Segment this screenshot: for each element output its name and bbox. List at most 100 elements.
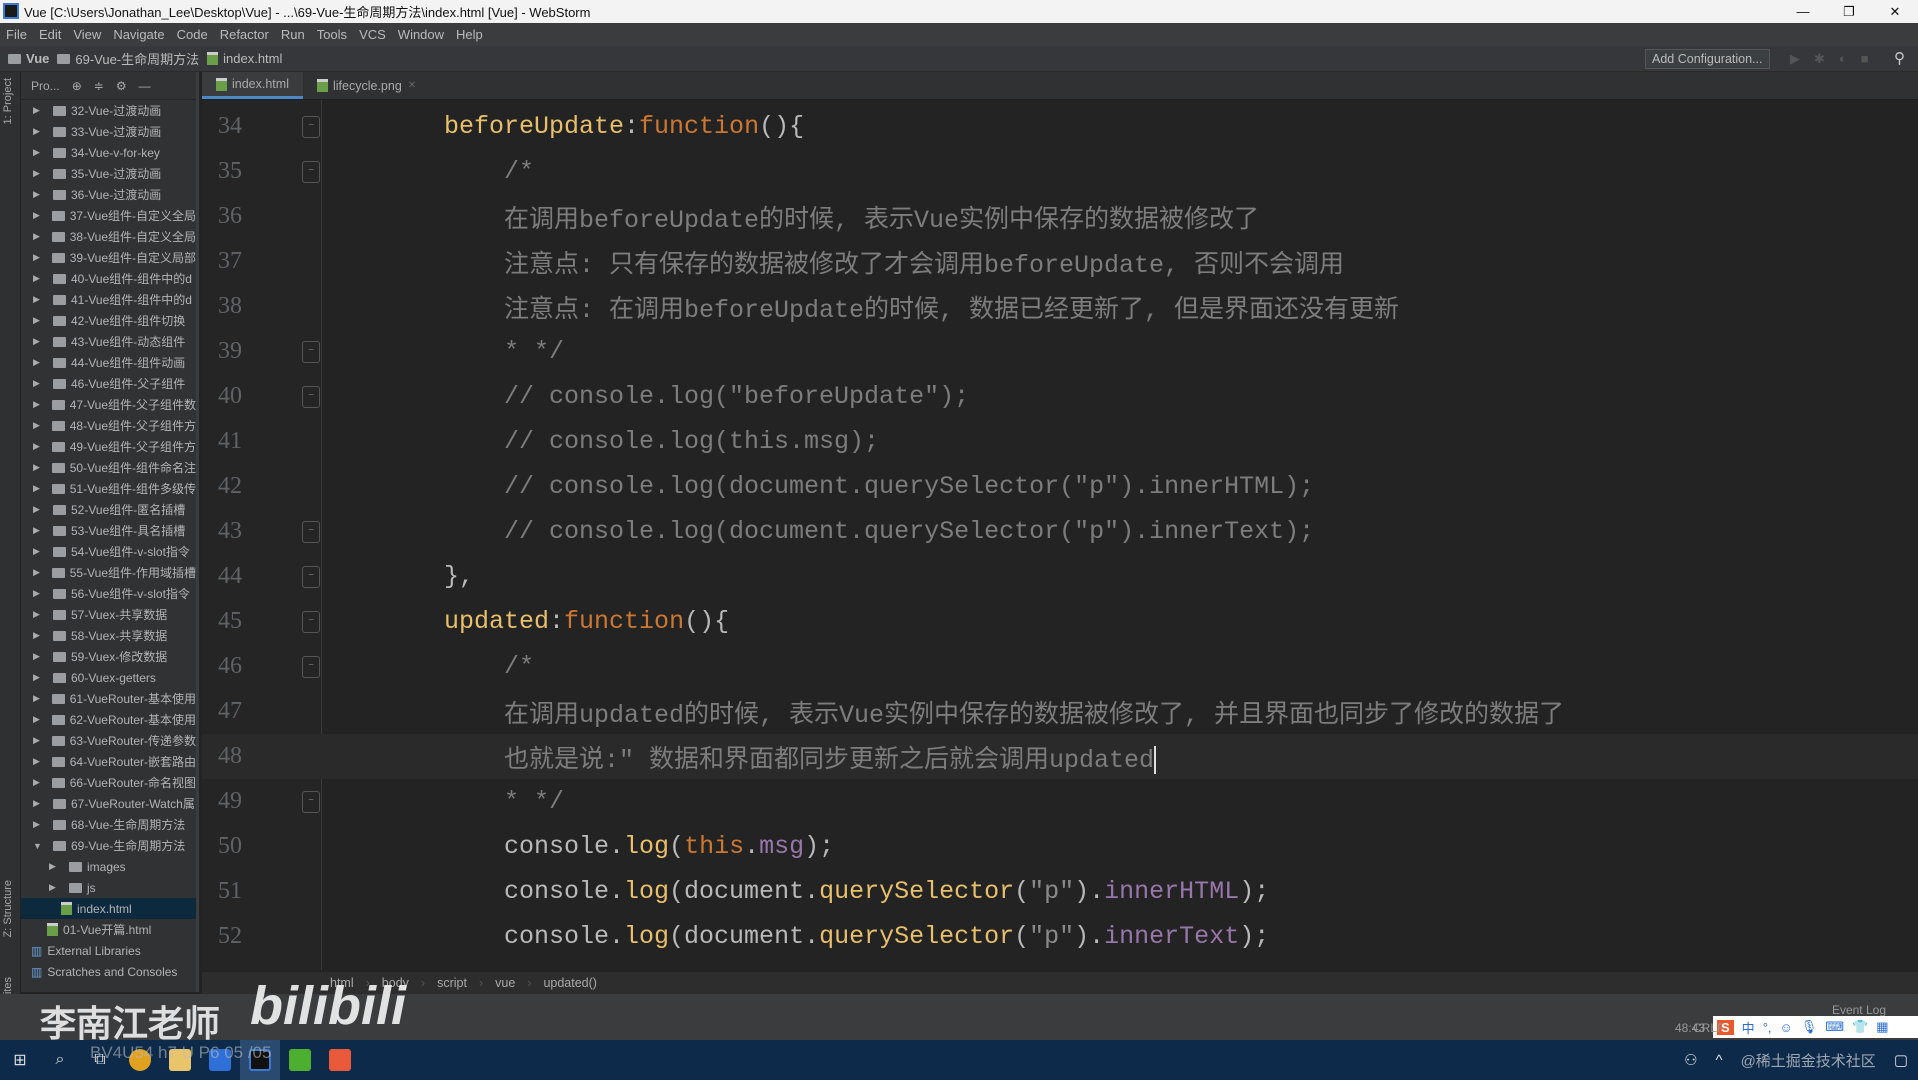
fold-marker-icon[interactable]: − <box>302 655 320 678</box>
close-button[interactable]: ✕ <box>1872 0 1918 23</box>
project-tool-button[interactable]: 1: Project <box>2 78 14 124</box>
notification-icon[interactable]: ▢ <box>1894 1051 1908 1069</box>
chevron-right-icon[interactable]: ▶ <box>33 672 45 683</box>
chevron-right-icon[interactable]: ▶ <box>33 714 44 725</box>
chevron-right-icon[interactable]: ▶ <box>33 378 45 389</box>
tree-item[interactable]: ▶ 39-Vue组件-自定义局部 <box>21 247 196 268</box>
tree-item[interactable]: ▶ 37-Vue组件-自定义全局 <box>21 205 196 226</box>
stop-icon[interactable]: ■ <box>1861 51 1869 67</box>
tree-item[interactable]: ▶ 52-Vue组件-匿名插槽 <box>21 499 196 520</box>
chevron-down-icon[interactable]: ▼ <box>33 841 45 851</box>
chevron-right-icon[interactable]: ▶ <box>33 567 44 578</box>
start-button[interactable]: ⊞ <box>0 1040 40 1080</box>
line-ending[interactable]: CRLF <box>1693 1021 1724 1035</box>
fold-marker-icon[interactable]: − <box>302 520 320 543</box>
tree-item[interactable]: ▶ 49-Vue组件-父子组件方 <box>21 436 196 457</box>
chevron-right-icon[interactable]: ▶ <box>33 777 44 788</box>
chevron-right-icon[interactable]: ▶ <box>33 735 44 746</box>
chevron-right-icon[interactable]: ▶ <box>33 630 45 641</box>
tree-item[interactable]: ▥ External Libraries <box>21 940 196 961</box>
skin-icon[interactable]: 👕 <box>1852 1019 1868 1035</box>
chevron-right-icon[interactable]: ▶ <box>49 861 61 872</box>
tree-item[interactable]: ▶ 57-Vuex-共享数据 <box>21 604 196 625</box>
tree-item[interactable]: ▶ 68-Vue-生命周期方法 <box>21 814 196 835</box>
tree-item[interactable]: index.html <box>21 898 196 919</box>
chevron-right-icon[interactable]: ▶ <box>33 798 45 809</box>
chevron-right-icon[interactable]: ▶ <box>33 693 44 704</box>
tree-item[interactable]: ▶ 38-Vue组件-自定义全局 <box>21 226 196 247</box>
tree-item[interactable]: ▶ 47-Vue组件-父子组件数 <box>21 394 196 415</box>
fold-marker-icon[interactable]: − <box>302 340 320 363</box>
tree-item[interactable]: ▶ 63-VueRouter-传递参数 <box>21 730 196 751</box>
collapse-icon[interactable]: ≑ <box>94 79 104 93</box>
tree-item[interactable]: ▶ 50-Vue组件-组件命名注 <box>21 457 196 478</box>
chevron-right-icon[interactable]: ▶ <box>33 399 44 410</box>
keyboard-icon[interactable]: ⌨ <box>1825 1019 1844 1035</box>
tree-item[interactable]: ▶ 36-Vue-过渡动画 <box>21 184 196 205</box>
menu-view[interactable]: View <box>67 27 107 42</box>
chevron-right-icon[interactable]: ▶ <box>33 336 45 347</box>
chevron-right-icon[interactable]: ▶ <box>33 483 44 494</box>
search-icon[interactable]: ⚲ <box>1894 49 1905 67</box>
restore-button[interactable]: ❐ <box>1826 0 1872 23</box>
chevron-right-icon[interactable]: ▶ <box>33 105 45 116</box>
breadcrumb-vue[interactable]: vue <box>495 976 515 990</box>
punctuation-icon[interactable]: °, <box>1763 1020 1772 1035</box>
chevron-right-icon[interactable]: ▶ <box>33 126 45 137</box>
chevron-right-icon[interactable]: ▶ <box>33 462 44 473</box>
menu-tools[interactable]: Tools <box>311 27 353 42</box>
menu-vcs[interactable]: VCS <box>353 27 392 42</box>
chevron-right-icon[interactable]: ▶ <box>33 315 45 326</box>
tree-item[interactable]: ▶ 32-Vue-过渡动画 <box>21 100 196 121</box>
chevron-right-icon[interactable]: ▶ <box>33 273 45 284</box>
menu-window[interactable]: Window <box>392 27 450 42</box>
tree-item[interactable]: ▶ 62-VueRouter-基本使用 <box>21 709 196 730</box>
tree-item[interactable]: ▶ 60-Vuex-getters <box>21 667 196 688</box>
gear-icon[interactable]: ⚙ <box>116 79 127 93</box>
chevron-right-icon[interactable]: ▶ <box>33 525 45 536</box>
people-icon[interactable]: ⚇ <box>1684 1051 1697 1069</box>
run-icon[interactable]: ▶ <box>1790 51 1800 67</box>
tab-index-html[interactable]: index.html <box>202 72 303 99</box>
microphone-icon[interactable]: 🎙 <box>1801 1019 1818 1035</box>
fold-marker-icon[interactable]: − <box>302 160 320 183</box>
tree-item[interactable]: ▶ 53-Vue组件-具名插槽 <box>21 520 196 541</box>
menu-code[interactable]: Code <box>171 27 214 42</box>
chevron-right-icon[interactable]: ▶ <box>33 357 45 368</box>
tree-item[interactable]: ▼ 69-Vue-生命周期方法 <box>21 835 196 856</box>
coverage-icon[interactable]: ◐ <box>1839 51 1847 67</box>
project-view-dropdown[interactable]: Pro... <box>31 79 60 93</box>
tree-item[interactable]: ▶ 58-Vuex-共享数据 <box>21 625 196 646</box>
tree-item[interactable]: ▶ 42-Vue组件-组件切换 <box>21 310 196 331</box>
ime-mode[interactable]: 中 <box>1742 1018 1755 1037</box>
code-editor[interactable]: 34− beforeUpdate:function(){35−/* 36 在调用bef… <box>202 100 1918 970</box>
fold-marker-icon[interactable]: − <box>302 565 320 588</box>
fold-marker-icon[interactable]: − <box>302 115 320 138</box>
tree-item[interactable]: ▶ 41-Vue组件-组件中的d <box>21 289 196 310</box>
nav-crumb-project[interactable]: Vue <box>8 51 49 66</box>
chevron-right-icon[interactable]: ▶ <box>33 651 45 662</box>
tree-item[interactable]: ▶ 44-Vue组件-组件动画 <box>21 352 196 373</box>
menu-file[interactable]: File <box>0 27 33 42</box>
nav-crumb-file[interactable]: index.html <box>207 51 282 66</box>
chevron-right-icon[interactable]: ▶ <box>33 189 45 200</box>
chevron-right-icon[interactable]: ▶ <box>33 420 44 431</box>
tree-item[interactable]: ▶ 34-Vue-v-for-key <box>21 142 196 163</box>
chevron-right-icon[interactable]: ▶ <box>33 147 45 158</box>
fold-marker-icon[interactable]: − <box>302 790 320 813</box>
tree-item[interactable]: ▶ 59-Vuex-修改数据 <box>21 646 196 667</box>
chevron-right-icon[interactable]: ▶ <box>33 756 44 767</box>
debug-icon[interactable]: ✱ <box>1814 51 1825 67</box>
event-log-button[interactable]: Event Log <box>1832 1003 1886 1017</box>
locate-icon[interactable]: ⊕ <box>72 79 82 93</box>
fold-marker-icon[interactable]: − <box>302 610 320 633</box>
menu-help[interactable]: Help <box>450 27 489 42</box>
structure-tool-button[interactable]: Z: Structure <box>2 880 14 937</box>
toolbox-icon[interactable]: ▦ <box>1876 1019 1888 1035</box>
menu-edit[interactable]: Edit <box>33 27 67 42</box>
tree-item[interactable]: ▶ 54-Vue组件-v-slot指令 <box>21 541 196 562</box>
add-configuration-button[interactable]: Add Configuration... <box>1645 49 1770 69</box>
breadcrumb-script[interactable]: script <box>437 976 467 990</box>
nav-crumb-folder[interactable]: 69-Vue-生命周期方法 <box>57 49 199 68</box>
minimize-button[interactable]: — <box>1780 0 1826 23</box>
